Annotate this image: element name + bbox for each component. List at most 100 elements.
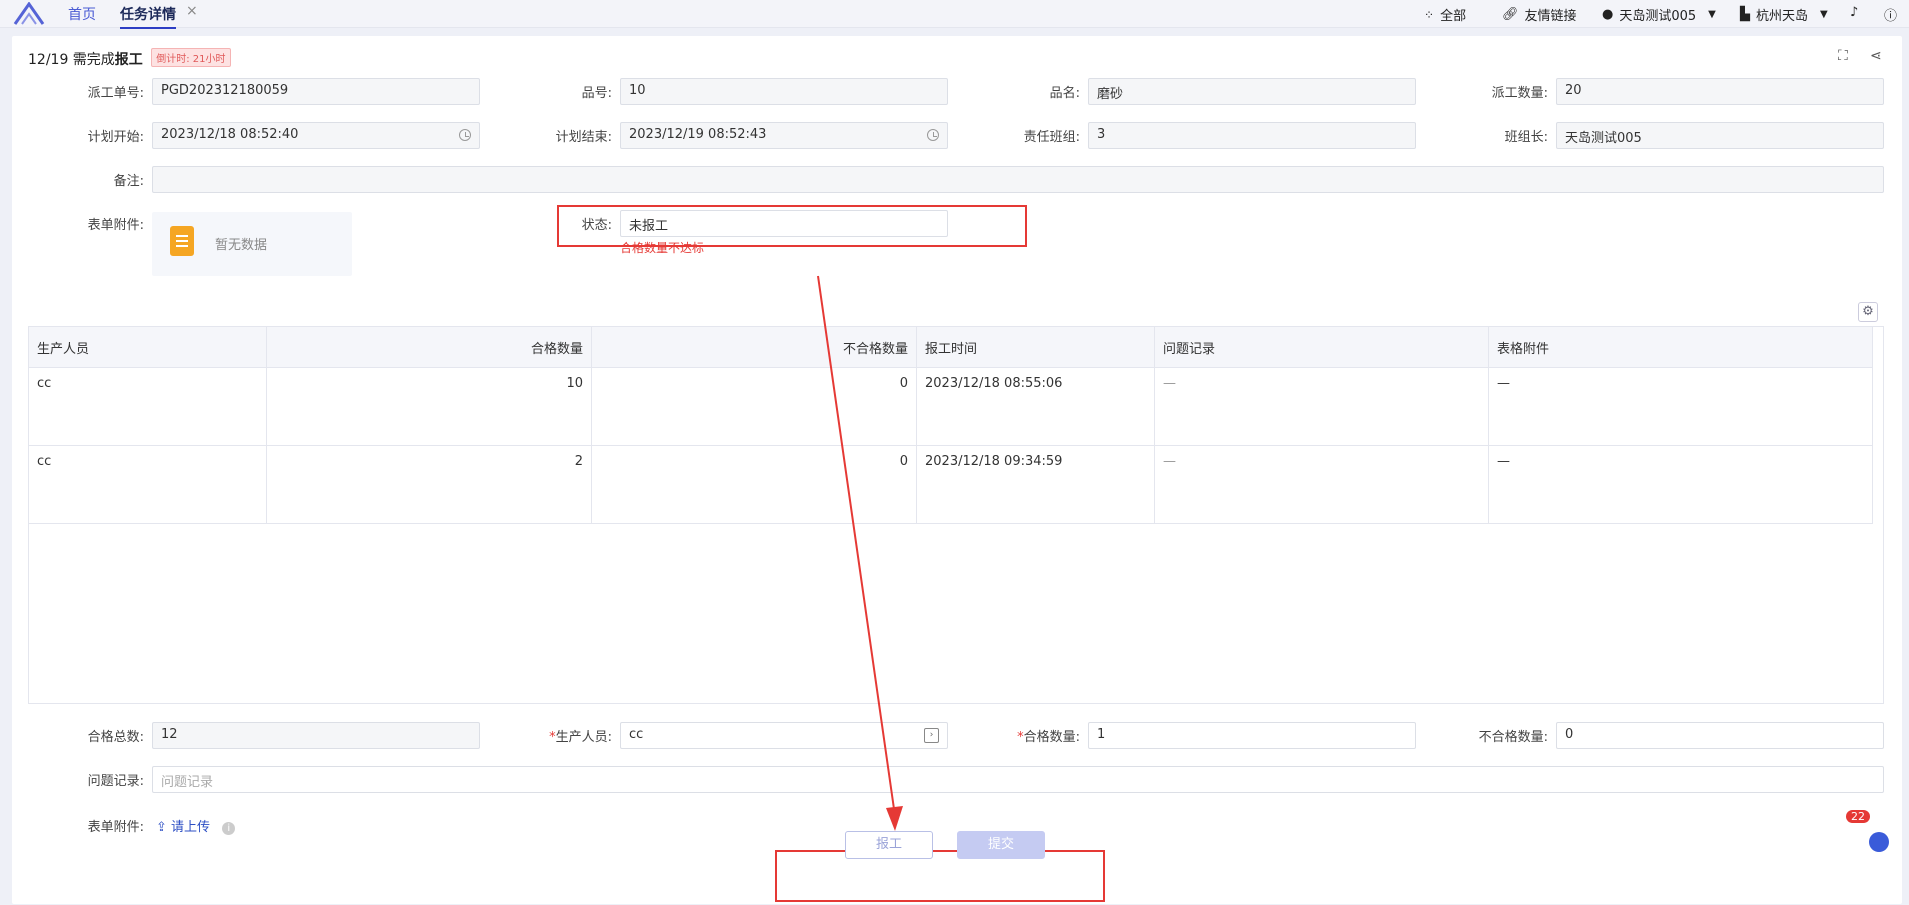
report-table: 生产人员 合格数量 不合格数量 报工时间 问题记录 表格附件 cc 10 0 2… [28, 326, 1873, 524]
tab-task-detail[interactable]: 任务详情 [120, 4, 176, 29]
leader-field: 天岛测试005 [1556, 122, 1884, 149]
annotation-box-status [557, 205, 1027, 247]
chevron-down-icon: ▼ [1820, 9, 1828, 20]
cell-report-time: 2023/12/18 08:55:06 [916, 367, 1155, 446]
remark-field [152, 166, 1884, 193]
leader-label: 班组长: [1504, 130, 1548, 145]
grid-icon: ⁘ [1424, 7, 1435, 22]
cell-report-time: 2023/12/18 09:34:59 [916, 445, 1155, 524]
unqualified-input[interactable]: 0 [1556, 722, 1884, 749]
team-label: 责任班组: [1023, 130, 1080, 145]
share-icon[interactable]: ⋖ [1870, 48, 1886, 64]
cell-qualified: 10 [266, 367, 592, 446]
cell-issue: — [1154, 367, 1489, 446]
plan-start-label: 计划开始: [87, 130, 144, 145]
bell-icon[interactable]: ♪ [1850, 5, 1858, 20]
team-field: 3 [1088, 122, 1416, 149]
all-label: 全部 [1440, 9, 1467, 24]
clock-icon [927, 129, 939, 141]
links-label: 友情链接 [1524, 9, 1577, 24]
cell-worker: cc [28, 367, 267, 446]
countdown-badge: 倒计时: 21小时 [151, 48, 231, 67]
total-field: 12 [152, 722, 480, 749]
attach-label: 表单附件: [87, 218, 144, 233]
plan-end-value: 2023/12/19 08:52:43 [629, 127, 767, 142]
info-icon: i [222, 822, 236, 835]
dispatch-qty-field: 20 [1556, 78, 1884, 105]
report-button[interactable]: 报工 [845, 831, 933, 859]
user-icon: ● [1602, 7, 1614, 22]
page-title: 12/19 需完成报工 倒计时: 21小时 [28, 48, 231, 69]
chevron-down-icon: ▼ [1708, 9, 1716, 20]
total-label: 合格总数: [87, 730, 144, 745]
plan-end-label: 计划结束: [555, 130, 612, 145]
document-icon [170, 226, 194, 256]
cell-qualified: 2 [266, 445, 592, 524]
cell-worker: cc [28, 445, 267, 524]
cell-attach: — [1488, 445, 1873, 524]
clock-icon [459, 129, 471, 141]
all-menu[interactable]: ⁘ 全部 [1424, 5, 1467, 25]
col-attach: 表格附件 [1488, 326, 1873, 368]
item-no-label: 品号: [581, 86, 612, 101]
plan-end-field[interactable]: 2023/12/19 08:52:43 [620, 122, 948, 149]
cell-unqualified: 0 [591, 367, 917, 446]
cell-issue: — [1154, 445, 1489, 524]
qualified-label: *合格数量: [1017, 730, 1080, 745]
worker-select[interactable]: cc › [620, 722, 948, 749]
col-issue: 问题记录 [1154, 326, 1489, 368]
table-header-row: 生产人员 合格数量 不合格数量 报工时间 问题记录 表格附件 [28, 326, 1873, 368]
col-unqualified: 不合格数量 [591, 326, 917, 368]
cell-attach: — [1488, 367, 1873, 446]
dispatch-no-field: PGD202312180059 [152, 78, 480, 105]
chat-icon[interactable] [1869, 832, 1889, 852]
no-data-text: 暂无数据 [215, 238, 268, 253]
item-name-label: 品名: [1049, 86, 1080, 101]
dispatch-no-label: 派工单号: [87, 86, 144, 101]
upload-link[interactable]: ⇪ 请上传 i [156, 816, 236, 835]
annotation-box-buttons [775, 850, 1105, 902]
title-action: 报工 [114, 52, 143, 68]
dispatch-qty-label: 派工数量: [1491, 86, 1548, 101]
building-icon: ▙ [1740, 7, 1750, 22]
task-detail-card: 12/19 需完成报工 倒计时: 21小时 ⛶ ⋖ 派工单号: PGD20231… [12, 36, 1902, 904]
plan-start-value: 2023/12/18 08:52:40 [161, 127, 299, 142]
upload-label: 请上传 [171, 820, 211, 835]
worker-value: cc [629, 727, 644, 742]
cell-unqualified: 0 [591, 445, 917, 524]
app-logo[interactable] [12, 2, 46, 26]
close-icon[interactable]: × [186, 3, 198, 19]
top-bar: 首页 任务详情 × ⁘ 全部 🔗︎ 友情链接 ● 天岛测试005 ▼ ▙ 杭州天… [0, 0, 1909, 29]
worker-label: *生产人员: [549, 730, 612, 745]
issue-label: 问题记录: [87, 774, 144, 789]
user-label: 天岛测试005 [1619, 9, 1697, 24]
settings-icon[interactable]: ⚙ [1858, 302, 1878, 322]
col-qualified: 合格数量 [266, 326, 592, 368]
col-report-time: 报工时间 [916, 326, 1155, 368]
notification-badge: 22 [1846, 810, 1870, 823]
org-menu[interactable]: ▙ 杭州天岛 ▼ [1740, 5, 1828, 24]
issue-input[interactable]: 问题记录 [152, 766, 1884, 793]
item-name-field: 磨砂 [1088, 78, 1416, 105]
item-no-field: 10 [620, 78, 948, 105]
fullscreen-icon[interactable]: ⛶ [1838, 48, 1854, 64]
upload-icon: ⇪ [156, 820, 167, 835]
tab-home[interactable]: 首页 [68, 4, 96, 24]
submit-button[interactable]: 提交 [957, 831, 1045, 859]
table-row[interactable]: cc 10 0 2023/12/18 08:55:06 — — [28, 367, 1873, 446]
title-prefix: 12/19 需完成 [28, 52, 115, 68]
links-menu[interactable]: 🔗︎ 友情链接 [1502, 5, 1577, 24]
remark-label: 备注: [113, 174, 144, 189]
issue-placeholder: 问题记录 [161, 775, 214, 790]
table-row[interactable]: cc 2 0 2023/12/18 09:34:59 — — [28, 445, 1873, 524]
org-label: 杭州天岛 [1756, 9, 1809, 24]
unqualified-label: 不合格数量: [1478, 730, 1548, 745]
help-icon[interactable]: ⓘ [1884, 5, 1897, 24]
link-icon: 🔗︎ [1502, 7, 1519, 22]
report-attach-label: 表单附件: [87, 820, 144, 835]
attachment-area: 暂无数据 [152, 212, 352, 276]
qualified-input[interactable]: 1 [1088, 722, 1416, 749]
plan-start-field[interactable]: 2023/12/18 08:52:40 [152, 122, 480, 149]
user-menu[interactable]: ● 天岛测试005 ▼ [1602, 5, 1716, 24]
picker-icon[interactable]: › [924, 728, 939, 743]
